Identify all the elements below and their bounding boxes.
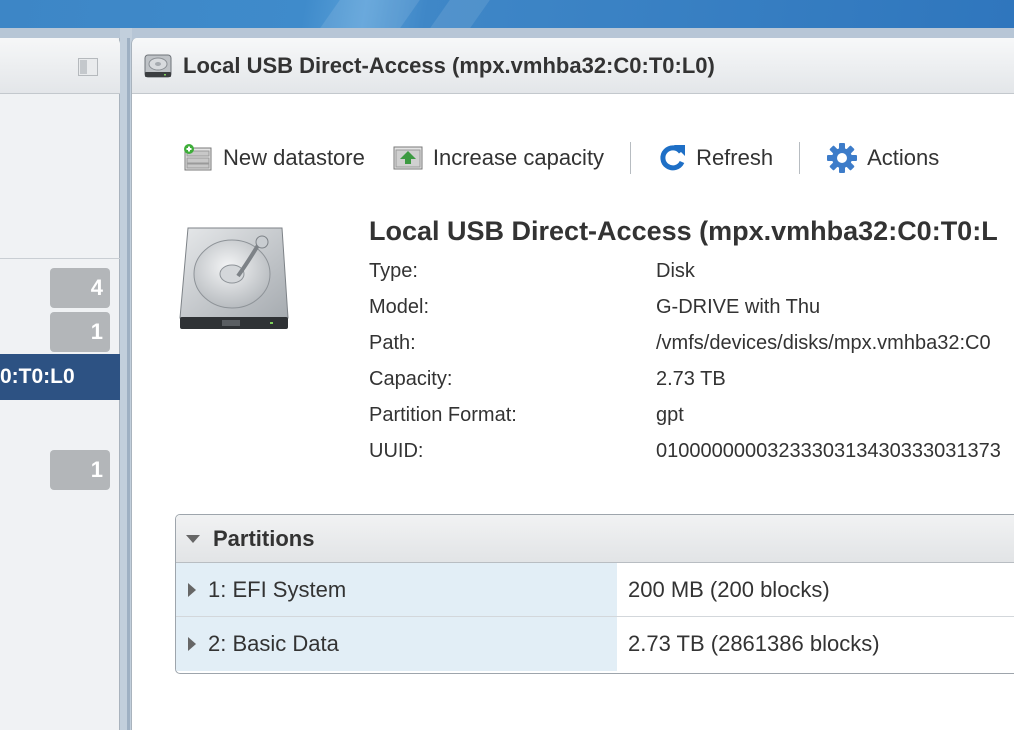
increase-capacity-button[interactable]: Increase capacity: [392, 143, 604, 173]
restore-panel-icon[interactable]: [78, 58, 98, 76]
banner-decoration: [320, 0, 420, 28]
partition-name-cell: 1: EFI System: [176, 563, 617, 616]
partition-size-cell: 2.73 TB (2861386 blocks): [617, 617, 1014, 671]
expand-arrow-icon[interactable]: [188, 637, 196, 651]
count-badge: 4: [50, 268, 110, 308]
partition-row[interactable]: 2: Basic Data 2.73 TB (2861386 blocks): [176, 617, 1014, 671]
count-badge: 1: [50, 312, 110, 352]
panel-title: Local USB Direct-Access (mpx.vmhba32:C0:…: [183, 53, 715, 78]
info-value: 2.73 TB: [656, 368, 726, 390]
partition-name: 1: EFI System: [208, 576, 347, 602]
info-value: G-DRIVE with Thu: [656, 296, 821, 318]
info-value: Disk: [656, 260, 695, 282]
banner-decoration: [430, 0, 490, 28]
refresh-label: Refresh: [696, 145, 774, 170]
toolbar-separator: [630, 142, 632, 174]
partition-size: 2.73 TB (2861386 blocks): [628, 631, 880, 656]
info-label: Type:: [369, 260, 418, 282]
partitions-table: Partitions 1: EFI System 200 MB (200 blo…: [175, 514, 1014, 674]
info-label: Capacity:: [369, 368, 453, 390]
info-value: 0100000000323330313430333031373: [656, 440, 1001, 462]
refresh-icon: [660, 145, 686, 171]
navigator-selected-item[interactable]: 0:T0:L0: [0, 354, 120, 400]
navigator-divider: [0, 258, 120, 259]
actions-button[interactable]: Actions: [826, 142, 939, 174]
info-value: /vmfs/devices/disks/mpx.vmhba32:C0: [656, 332, 991, 354]
info-label: Path:: [369, 332, 416, 354]
partitions-title: Partitions: [213, 525, 315, 551]
partitions-header[interactable]: Partitions: [176, 515, 1014, 563]
partition-size-cell: 200 MB (200 blocks): [617, 563, 1014, 616]
device-title: Local USB Direct-Access (mpx.vmhba32:C0:…: [369, 216, 998, 246]
refresh-button[interactable]: Refresh: [657, 142, 773, 174]
increase-capacity-icon: [393, 146, 423, 170]
gear-icon: [827, 143, 858, 173]
increase-capacity-label: Increase capacity: [432, 145, 605, 170]
toolbar-separator: [799, 142, 801, 174]
device-detail-panel: Local USB Direct-Access (mpx.vmhba32:C0:…: [131, 38, 1014, 730]
toolbar: New datastore Increase capacity Refresh: [182, 140, 939, 176]
expand-arrow-icon[interactable]: [188, 582, 196, 597]
disk-icon: [144, 54, 172, 78]
info-label: Partition Format:: [369, 404, 517, 426]
partition-name: 2: Basic Data: [208, 631, 339, 656]
collapse-arrow-icon[interactable]: [186, 534, 200, 543]
panel-resize-handle[interactable]: [127, 38, 130, 730]
partition-size: 200 MB (200 blocks): [628, 576, 830, 602]
partition-name-cell: 2: Basic Data: [176, 617, 617, 671]
partition-row[interactable]: 1: EFI System 200 MB (200 blocks): [176, 563, 1014, 617]
navigator-panel: 4 1 0:T0:L0 1: [0, 38, 120, 730]
info-label: UUID:: [369, 440, 424, 462]
panel-header: Local USB Direct-Access (mpx.vmhba32:C0:…: [132, 38, 1014, 94]
info-value: gpt: [656, 404, 684, 426]
new-datastore-icon: [184, 144, 212, 171]
top-banner: [0, 0, 1014, 28]
new-datastore-label: New datastore: [223, 145, 365, 170]
actions-label: Actions: [867, 145, 940, 170]
count-badge: 1: [50, 450, 110, 490]
new-datastore-button[interactable]: New datastore: [182, 143, 365, 173]
navigator-header: [0, 38, 120, 94]
info-label: Model:: [369, 296, 430, 318]
hard-disk-icon: [179, 227, 289, 329]
